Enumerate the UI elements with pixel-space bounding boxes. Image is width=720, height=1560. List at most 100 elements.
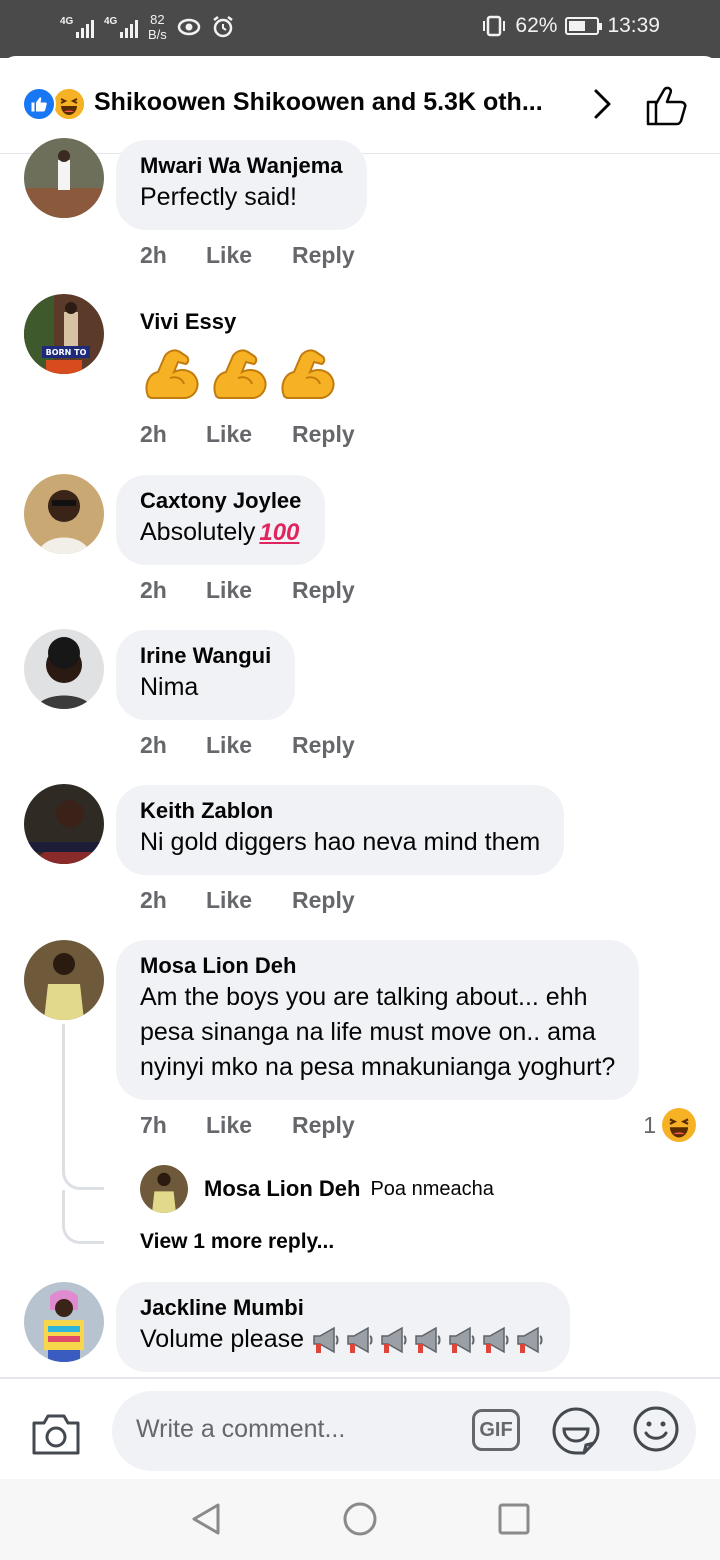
comment-input-placeholder: Write a comment... <box>136 1415 346 1443</box>
view-more-replies-link[interactable]: View 1 more reply... <box>140 1230 334 1254</box>
comment-author[interactable]: Keith Zablon <box>140 797 540 825</box>
like-button[interactable]: Like <box>206 242 292 269</box>
chevron-right-icon[interactable] <box>584 86 620 122</box>
reply-button[interactable]: Reply <box>292 421 355 448</box>
avatar[interactable]: BORN TO <box>24 294 104 374</box>
thread-connector <box>62 1224 104 1244</box>
megaphone-icon <box>347 1327 373 1354</box>
comment-bubble[interactable]: Irine Wangui Nima <box>116 630 296 720</box>
network-type-1: 4G <box>60 16 74 27</box>
camera-icon[interactable] <box>30 1409 82 1457</box>
comment-text: Absolutely <box>140 518 256 546</box>
megaphone-icon <box>517 1327 543 1354</box>
emoji-row <box>310 1324 546 1356</box>
flexed-biceps-icon <box>145 349 199 399</box>
avatar[interactable] <box>140 1165 188 1213</box>
network-speed-value: 82 <box>150 12 165 27</box>
reply-button[interactable]: Reply <box>292 1112 355 1139</box>
comment-text: Perfectly said! <box>140 183 298 211</box>
comment-reactions[interactable]: 1 <box>643 1108 696 1142</box>
comment-content: Volume please <box>140 1322 546 1357</box>
haha-icon <box>662 1108 696 1142</box>
gif-button[interactable]: GIF <box>472 1409 520 1451</box>
emoji-row <box>140 342 338 404</box>
comment-time: 2h <box>140 242 167 268</box>
like-button[interactable]: Like <box>206 887 292 914</box>
like-button[interactable]: Like <box>206 732 292 759</box>
avatar[interactable] <box>24 629 104 709</box>
comment-time: 7h <box>140 1112 167 1138</box>
reply-button[interactable]: Reply <box>292 242 355 269</box>
comment-bubble[interactable]: Vivi Essy <box>140 308 338 404</box>
hundred-points-icon: 100 <box>259 519 300 546</box>
avatar[interactable] <box>24 138 104 218</box>
battery-percent: 62% <box>515 14 558 37</box>
thread-connector <box>62 1170 104 1190</box>
reply-preview[interactable]: Mosa Lion Deh Poa nmeacha <box>140 1165 494 1213</box>
thread-line <box>62 1190 65 1226</box>
comment-text-line: nyinyi mko na pesa mnakunianga yoghurt? <box>140 1053 616 1081</box>
avatar[interactable] <box>24 474 104 554</box>
network-speed: 82 B/s <box>148 12 167 42</box>
comment-author[interactable]: Caxtony Joylee <box>140 487 301 515</box>
signal-icon: 4G <box>104 16 138 38</box>
comment-bubble[interactable]: Mwari Wa Wanjema Perfectly said! <box>116 140 367 230</box>
haha-icon <box>52 87 86 121</box>
like-button[interactable]: Like <box>206 1112 292 1139</box>
flexed-biceps-icon <box>281 349 335 399</box>
comment-input[interactable]: Write a comment... GIF <box>112 1391 696 1471</box>
status-bar: 4G 4G 82 B/s 62% 13:39 <box>0 0 720 58</box>
thread-line <box>62 1024 65 1174</box>
thumbs-up-icon[interactable] <box>644 82 690 128</box>
comment-time: 2h <box>140 421 167 447</box>
reaction-summary[interactable] <box>22 87 88 121</box>
comment-author[interactable]: Mwari Wa Wanjema <box>140 152 343 180</box>
comment-text: Volume please <box>140 1325 305 1353</box>
like-button[interactable]: Like <box>206 577 292 604</box>
reply-button[interactable]: Reply <box>292 577 355 604</box>
comment-time: 2h <box>140 732 167 758</box>
clock: 13:39 <box>607 14 660 37</box>
comment-text-line: pesa sinanga na life must move on.. ama <box>140 1018 596 1046</box>
sticker-icon[interactable] <box>550 1405 602 1457</box>
comment-author[interactable]: Jackline Mumbi <box>140 1294 546 1322</box>
comment-time: 2h <box>140 577 167 603</box>
megaphone-icon <box>313 1327 339 1354</box>
reactions-title[interactable]: Shikoowen Shikoowen and 5.3K oth... <box>94 88 543 117</box>
network-speed-unit: B/s <box>148 27 167 42</box>
comment-author[interactable]: Irine Wangui <box>140 642 271 670</box>
megaphone-icon <box>449 1327 475 1354</box>
comment-bubble[interactable]: Jackline Mumbi Volume please <box>116 1282 571 1372</box>
reply-button[interactable]: Reply <box>292 887 355 914</box>
reply-button[interactable]: Reply <box>292 732 355 759</box>
system-nav-bar <box>0 1479 720 1560</box>
back-icon[interactable] <box>188 1501 224 1537</box>
battery-icon <box>565 17 603 35</box>
megaphone-icon <box>415 1327 441 1354</box>
recent-apps-icon[interactable] <box>496 1501 532 1537</box>
reply-text: Poa nmeacha <box>370 1177 494 1200</box>
comment-time: 2h <box>140 887 167 913</box>
vibrate-icon <box>483 15 506 37</box>
network-type-2: 4G <box>104 16 118 27</box>
eye-icon <box>177 18 201 36</box>
comment-composer: Write a comment... GIF <box>0 1377 720 1479</box>
comment-bubble[interactable]: Keith Zablon Ni gold diggers hao neva mi… <box>116 785 565 875</box>
avatar[interactable] <box>24 784 104 864</box>
comment-author[interactable]: Mosa Lion Deh <box>140 952 615 980</box>
flexed-biceps-icon <box>213 349 267 399</box>
alarm-icon <box>213 16 233 38</box>
reaction-count: 1 <box>643 1111 656 1138</box>
avatar[interactable] <box>24 940 104 1020</box>
comment-author[interactable]: Vivi Essy <box>140 308 338 336</box>
reply-author[interactable]: Mosa Lion Deh <box>204 1176 360 1202</box>
comment-bubble[interactable]: Caxtony Joylee Absolutely 100 <box>116 475 326 565</box>
avatar-caption: BORN TO <box>46 348 87 357</box>
comment-bubble[interactable]: Mosa Lion Deh Am the boys you are talkin… <box>116 940 640 1100</box>
avatar[interactable] <box>24 1282 104 1362</box>
emoji-icon[interactable] <box>632 1405 680 1453</box>
home-icon[interactable] <box>342 1501 378 1537</box>
like-icon <box>22 87 56 121</box>
signal-icon: 4G <box>60 16 94 38</box>
like-button[interactable]: Like <box>206 421 292 448</box>
